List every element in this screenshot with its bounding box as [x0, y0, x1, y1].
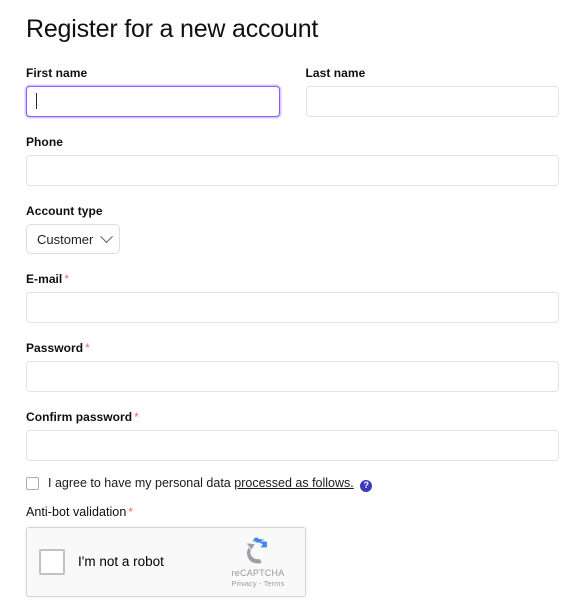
- first-name-field-group: First name: [26, 66, 280, 117]
- recaptcha-widget[interactable]: I'm not a robot reCAPTCHA Privacy - Term…: [26, 526, 306, 597]
- confirm-password-field-group: Confirm password *: [26, 410, 559, 461]
- confirm-password-label-text: Confirm password: [26, 410, 133, 424]
- antibot-label: Anti-bot validation *: [26, 505, 559, 519]
- confirm-password-required-marker: *: [134, 410, 139, 424]
- first-name-label: First name: [26, 66, 88, 80]
- recaptcha-branding: reCAPTCHA Privacy - Terms: [222, 535, 294, 588]
- account-type-select[interactable]: Customer: [26, 224, 121, 254]
- password-required-marker: *: [85, 341, 90, 355]
- privacy-policy-link[interactable]: processed as follows.: [234, 476, 354, 490]
- email-label: E-mail *: [26, 272, 559, 286]
- text-caret: [36, 93, 37, 109]
- email-field-group: E-mail *: [26, 272, 559, 323]
- phone-label: Phone: [26, 135, 63, 149]
- antibot-required-marker: *: [128, 504, 134, 519]
- last-name-label: Last name: [305, 66, 366, 80]
- consent-checkbox[interactable]: [26, 477, 39, 491]
- consent-text-before: I agree to have my personal data: [48, 476, 231, 490]
- chevron-down-icon: [100, 229, 114, 243]
- email-input[interactable]: [26, 292, 559, 323]
- account-type-field-group: Account type Customer: [26, 204, 559, 254]
- page-title: Register for a new account: [26, 15, 319, 43]
- first-name-input-wrap: [26, 86, 280, 117]
- password-field-group: Password *: [26, 341, 559, 392]
- account-type-label: Account type: [26, 204, 103, 218]
- password-input[interactable]: [26, 361, 559, 392]
- consent-row: I agree to have my personal data process…: [26, 476, 559, 492]
- antibot-label-text: Anti-bot validation: [26, 504, 127, 519]
- last-name-field-group: Last name: [305, 66, 559, 117]
- recaptcha-checkbox[interactable]: [39, 548, 65, 575]
- confirm-password-input[interactable]: [26, 430, 559, 461]
- recaptcha-logo-icon: [246, 537, 267, 564]
- register-form-page: Register for a new account First name La…: [0, 0, 585, 600]
- question-mark-help-icon[interactable]: ?: [360, 479, 373, 492]
- password-label-text: Password: [26, 341, 84, 355]
- recaptcha-legal-links[interactable]: Privacy - Terms: [231, 579, 284, 588]
- account-type-selected-value: Customer: [37, 231, 94, 247]
- recaptcha-brand-name: reCAPTCHA: [231, 568, 285, 578]
- confirm-password-label: Confirm password *: [26, 410, 559, 424]
- last-name-input[interactable]: [305, 86, 559, 117]
- phone-field-group: Phone: [26, 135, 559, 186]
- email-required-marker: *: [64, 272, 70, 286]
- name-row: First name Last name: [26, 66, 559, 117]
- first-name-input[interactable]: [26, 86, 280, 117]
- consent-text: I agree to have my personal data process…: [48, 476, 373, 492]
- phone-input[interactable]: [26, 155, 559, 186]
- antibot-field-group: Anti-bot validation *: [26, 505, 559, 519]
- email-label-text: E-mail: [26, 272, 63, 286]
- password-label: Password *: [26, 341, 559, 355]
- recaptcha-label: I'm not a robot: [78, 554, 164, 569]
